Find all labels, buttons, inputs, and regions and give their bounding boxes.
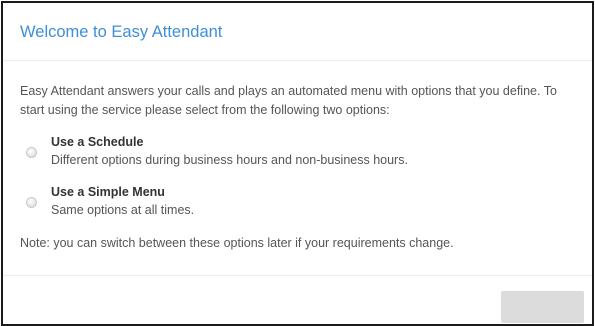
simple-menu-option-label[interactable]: Use a Simple Menu xyxy=(51,185,165,199)
note-text: Note: you can switch between these optio… xyxy=(20,236,454,250)
dialog-footer xyxy=(3,275,592,324)
dialog-title: Welcome to Easy Attendant xyxy=(20,23,223,41)
schedule-option-label[interactable]: Use a Schedule xyxy=(51,135,143,149)
schedule-option-description: Different options during business hours … xyxy=(51,153,408,167)
simple-menu-radio[interactable] xyxy=(26,197,37,208)
option-use-simple-menu[interactable]: Use a Simple Menu Same options at all ti… xyxy=(22,184,582,224)
next-button[interactable] xyxy=(501,291,584,323)
option-use-schedule[interactable]: Use a Schedule Different options during … xyxy=(22,134,582,174)
welcome-dialog: Welcome to Easy Attendant Easy Attendant… xyxy=(1,1,594,326)
dialog-body: Easy Attendant answers your calls and pl… xyxy=(3,61,592,275)
simple-menu-option-description: Same options at all times. xyxy=(51,203,195,217)
schedule-radio[interactable] xyxy=(26,147,37,158)
intro-text: Easy Attendant answers your calls and pl… xyxy=(20,84,557,117)
dialog-header: Welcome to Easy Attendant xyxy=(3,3,592,61)
